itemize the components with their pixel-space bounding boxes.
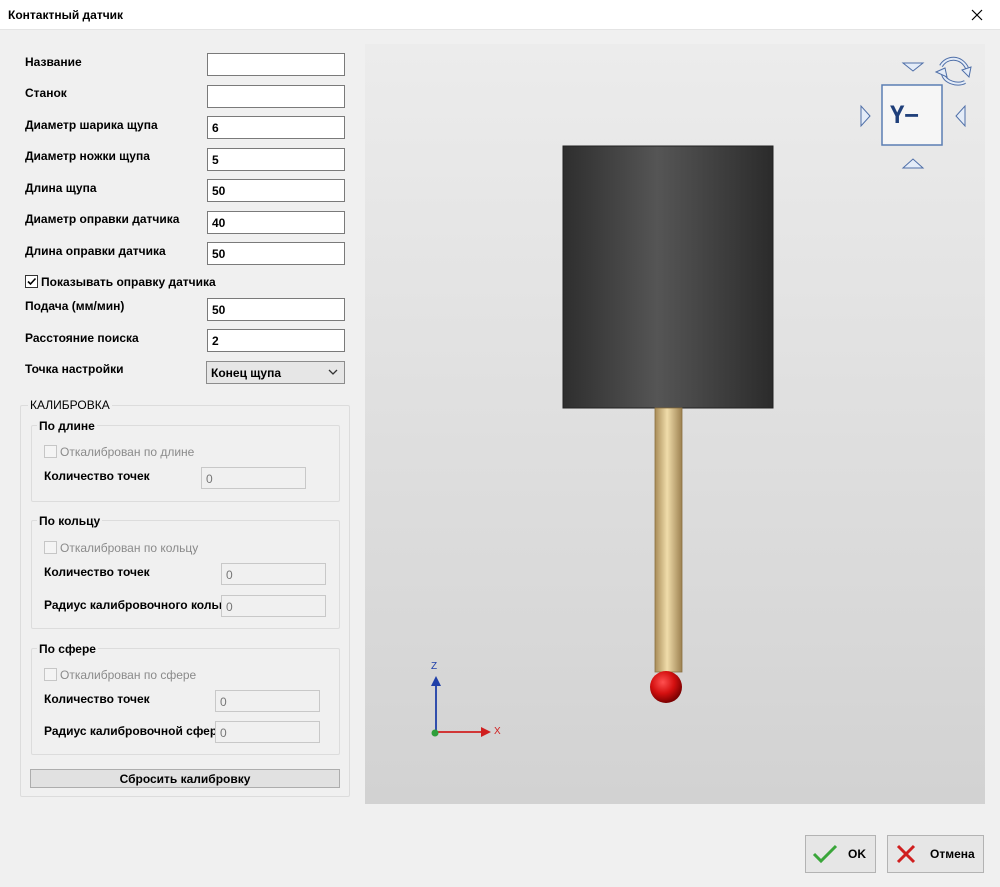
- length-group: [31, 425, 340, 502]
- axis-triad: [431, 676, 491, 737]
- ring-points-field[interactable]: 0: [221, 563, 326, 585]
- feed-label: Подача (мм/мин): [25, 299, 125, 313]
- arrow-left-icon: [860, 104, 871, 128]
- ball-diameter-label: Диаметр шарика щупа: [25, 118, 158, 132]
- ball-diameter-field[interactable]: 6: [207, 116, 345, 139]
- holder-diameter-label: Диаметр оправки датчика: [25, 212, 180, 226]
- setpoint-select[interactable]: Конец щупа: [206, 361, 345, 384]
- ring-group-title: По кольцу: [37, 514, 103, 528]
- setpoint-label: Точка настройки: [25, 362, 124, 376]
- chevron-down-icon: [328, 369, 338, 375]
- ring-radius-field[interactable]: 0: [221, 595, 326, 617]
- checkmark-icon: [27, 277, 37, 286]
- ring-calibrated-checkbox[interactable]: [44, 541, 57, 554]
- search-distance-label: Расстояние поиска: [25, 331, 139, 345]
- machine-label: Станок: [25, 86, 67, 100]
- machine-field[interactable]: [207, 85, 345, 108]
- search-distance-field[interactable]: 2: [207, 329, 345, 352]
- sphere-calibrated-checkbox[interactable]: [44, 668, 57, 681]
- setpoint-value: Конец щупа: [211, 366, 282, 380]
- feed-field[interactable]: 50: [207, 298, 345, 321]
- viewport-canvas: [431, 56, 972, 737]
- reset-calibration-button[interactable]: Сбросить калибровку: [30, 769, 340, 788]
- axis-z-label: Z: [431, 661, 438, 672]
- viewport-3d[interactable]: Y− Z X: [365, 44, 985, 804]
- calibration-title: КАЛИБРОВКА: [28, 398, 112, 412]
- name-label: Название: [25, 55, 82, 69]
- probe-holder: [562, 145, 774, 409]
- title-bar: Контактный датчик: [0, 0, 1000, 30]
- sphere-radius-field[interactable]: 0: [215, 721, 320, 743]
- stem-diameter-label: Диаметр ножки щупа: [25, 149, 150, 163]
- cancel-button[interactable]: Отмена: [887, 835, 984, 873]
- sphere-points-label: Количество точек: [44, 692, 150, 706]
- close-icon: [971, 9, 983, 21]
- length-points-label: Количество точек: [44, 469, 150, 483]
- length-group-title: По длине: [37, 419, 97, 433]
- stylus-length-label: Длина щупа: [25, 181, 97, 195]
- view-cube-label: Y−: [890, 101, 919, 129]
- stem-diameter-field[interactable]: 5: [207, 148, 345, 171]
- ok-button[interactable]: OK: [805, 835, 876, 873]
- length-calibrated-checkbox[interactable]: [44, 445, 57, 458]
- show-holder-checkbox[interactable]: [25, 275, 38, 288]
- show-holder-label: Показывать оправку датчика: [41, 275, 216, 289]
- rotate-icon: [934, 56, 972, 86]
- axis-x-label: X: [494, 726, 501, 737]
- arrow-up-icon: [901, 62, 925, 72]
- arrow-down-icon: [901, 158, 925, 169]
- ring-calibrated-label: Откалиброван по кольцу: [60, 541, 199, 555]
- sphere-calibrated-label: Откалиброван по сфере: [60, 668, 197, 682]
- holder-diameter-field[interactable]: 40: [207, 211, 345, 234]
- ok-label: OK: [848, 847, 866, 861]
- arrow-right-icon: [955, 104, 966, 128]
- name-field[interactable]: [207, 53, 345, 76]
- close-button[interactable]: [954, 0, 1000, 30]
- close-icon: [896, 844, 916, 864]
- holder-length-label: Длина оправки датчика: [25, 244, 166, 258]
- window-title: Контактный датчик: [8, 8, 124, 22]
- checkmark-icon: [812, 844, 838, 864]
- stylus-length-field[interactable]: 50: [207, 179, 345, 202]
- holder-length-field[interactable]: 50: [207, 242, 345, 265]
- ring-radius-label: Радиус калибровочного кольца: [44, 598, 234, 612]
- sphere-group-title: По сфере: [37, 642, 98, 656]
- sphere-radius-label: Радиус калибровочной сферы: [44, 724, 228, 738]
- probe-ball: [650, 671, 682, 703]
- ring-points-label: Количество точек: [44, 565, 150, 579]
- cancel-label: Отмена: [930, 847, 975, 861]
- sphere-points-field[interactable]: 0: [215, 690, 320, 712]
- probe-stem: [654, 407, 683, 673]
- length-calibrated-label: Откалиброван по длине: [60, 445, 195, 459]
- length-points-field[interactable]: 0: [201, 467, 306, 489]
